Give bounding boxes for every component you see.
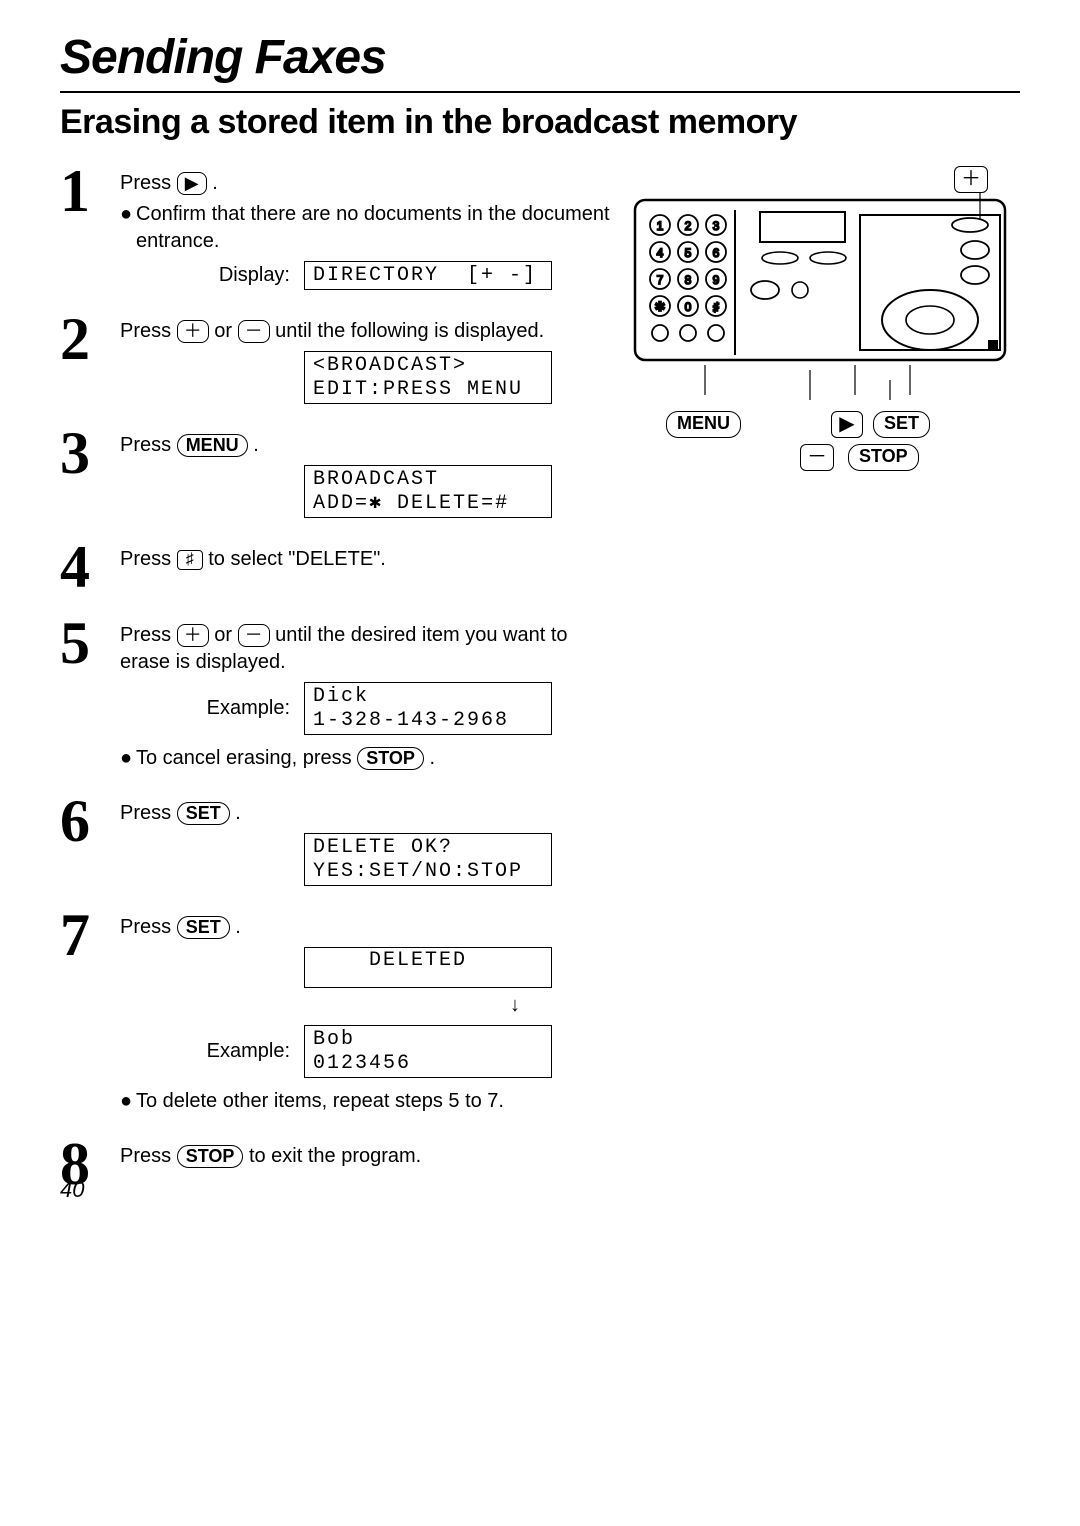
step-bullet: To cancel erasing, press [136,747,357,769]
svg-text:♯: ♯ [713,300,719,314]
step-text: to exit the program. [249,1145,421,1167]
step-number: 2 [60,312,120,366]
svg-text:1: 1 [657,219,664,233]
step-text: . [235,916,241,938]
step-number: 1 [60,164,120,218]
lcd-display: <BROADCAST> EDIT:PRESS MENU [304,351,552,404]
step-text: . [212,172,218,194]
chapter-title: Sending Faxes [60,30,1020,85]
step-text: Press [120,548,177,570]
bullet-icon: ● [120,201,136,255]
minus-icon: － [238,624,270,647]
step-number: 3 [60,426,120,480]
step-bullet: To delete other items, repeat steps 5 to… [136,1088,504,1115]
svg-text:4: 4 [657,246,664,260]
step-text: Press [120,624,177,646]
display-label: Example: [120,1038,304,1065]
step-text: or [214,320,237,342]
step-text: to select "DELETE". [208,548,386,570]
set-button-label: SET [177,916,230,939]
step-2: 2 Press ＋ or － until the following is di… [60,312,620,404]
lcd-display: DELETE OK? YES:SET/NO:STOP [304,833,552,886]
lcd-display: Dick 1-328-143-2968 [304,682,552,735]
lcd-display: DIRECTORY [+ -] [304,261,552,290]
svg-text:✱: ✱ [655,299,666,314]
step-text: . [253,434,259,456]
page-number: 40 [60,1177,84,1203]
step-bullet: . [429,747,435,769]
svg-text:9: 9 [713,273,720,287]
lcd-display: Bob 0123456 [304,1025,552,1078]
display-label: Example: [120,695,304,722]
minus-callout: － [800,444,834,471]
stop-callout: STOP [848,444,919,471]
menu-callout: MENU [666,411,741,438]
step-text: Press [120,434,177,456]
step-text: until the following is displayed. [275,320,544,342]
svg-text:2: 2 [685,219,692,233]
step-text: . [235,802,241,824]
step-text: Press [120,916,177,938]
svg-text:5: 5 [685,246,692,260]
fax-machine-icon: 1 2 3 4 5 6 7 8 9 ✱ 0 ♯ [630,170,1010,400]
step-6: 6 Press SET . DELETE OK? YES:SET/NO:STOP [60,794,620,886]
svg-text:0: 0 [685,300,692,314]
step-1: 1 Press ▶ . ● Confirm that there are no … [60,164,620,290]
device-diagram: ＋ 1 2 3 4 5 6 7 8 9 ✱ [630,170,1010,470]
step-number: 5 [60,616,120,670]
plus-callout: ＋ [954,166,988,193]
step-bullet: Confirm that there are no documents in t… [136,201,620,255]
plus-icon: ＋ [177,320,209,343]
set-button-label: SET [177,802,230,825]
hash-icon: ♯ [177,550,203,570]
minus-icon: － [238,320,270,343]
svg-text:8: 8 [685,273,692,287]
plus-icon: ＋ [177,624,209,647]
step-5: 5 Press ＋ or － until the desired item yo… [60,616,620,772]
set-callout: SET [873,411,930,438]
step-4: 4 Press ♯ to select "DELETE". [60,540,620,594]
lcd-display: BROADCAST ADD=✱ DELETE=# [304,465,552,518]
step-text: Press [120,802,177,824]
display-label: Display: [120,262,304,289]
stop-button-label: STOP [177,1145,244,1168]
step-text: Press [120,320,177,342]
play-icon: ▶ [177,172,207,195]
svg-text:7: 7 [657,273,664,287]
step-8: 8 Press STOP to exit the program. [60,1137,620,1191]
lcd-display: DELETED [304,947,552,988]
step-number: 7 [60,908,120,962]
step-7: 7 Press SET . DELETED ↓ Example: Bo [60,908,620,1115]
step-number: 4 [60,540,120,594]
step-number: 6 [60,794,120,848]
svg-text:6: 6 [713,246,720,260]
step-text: Press [120,1145,177,1167]
step-text: or [214,624,237,646]
menu-button-label: MENU [177,434,248,457]
step-text: Press [120,172,177,194]
divider [60,91,1020,93]
play-callout: ▶ [831,411,863,438]
stop-button-label: STOP [357,747,424,770]
bullet-icon: ● [120,745,136,772]
bullet-icon: ● [120,1088,136,1115]
svg-text:3: 3 [713,219,720,233]
down-arrow-icon: ↓ [410,992,620,1019]
step-3: 3 Press MENU . BROADCAST ADD=✱ DELETE=# [60,426,620,518]
section-title: Erasing a stored item in the broadcast m… [60,103,1020,142]
